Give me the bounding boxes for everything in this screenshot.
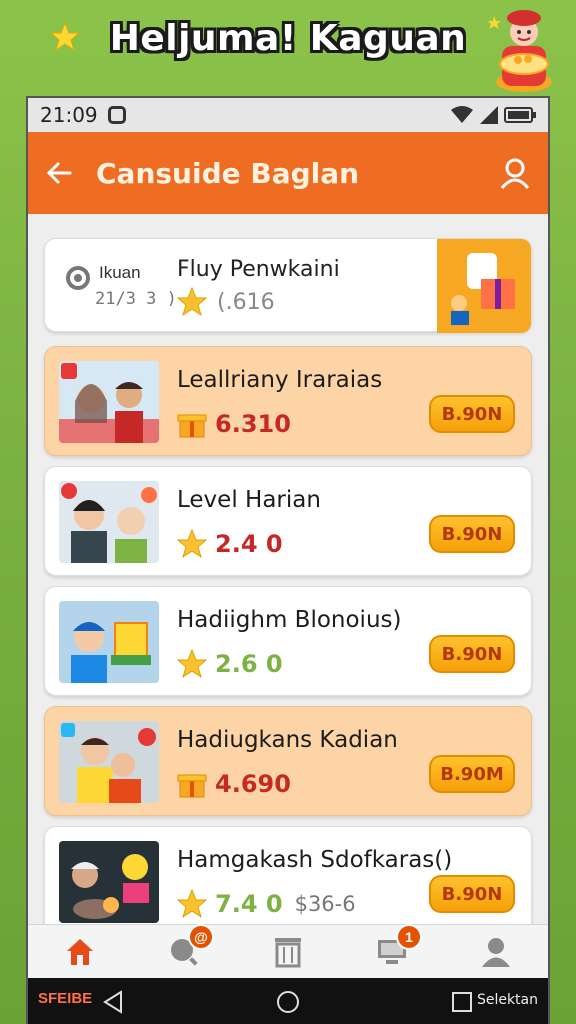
featured-label: Ikuan [99, 263, 141, 282]
nav-badge: 1 [396, 923, 422, 950]
page-title: Cansuide Baglan [96, 156, 360, 190]
back-arrow-icon[interactable] [44, 158, 74, 188]
profile-icon[interactable] [498, 156, 532, 190]
featured-card[interactable]: Ikuan 21/3 3 ) Fluy Penwkaini (.616 [44, 238, 532, 333]
redeem-button[interactable]: B.90M [429, 755, 515, 793]
featured-title: Fluy Penwkaini [177, 257, 340, 282]
featured-sub: 21/3 3 ) [95, 289, 177, 309]
list-item[interactable]: Hadiighm Blonoius) 2.6 0 B.90N [44, 586, 532, 696]
bottom-nav: @ 1 [28, 923, 548, 978]
thumbnail-image [59, 601, 159, 683]
system-right-label: Selektan [476, 992, 538, 1008]
thumbnail-image [59, 721, 159, 803]
item-score: 2.6 0 [215, 650, 283, 678]
list-item[interactable]: Hamgakash Sdofkaras() 7.4 0 $36-6 B.90N [44, 826, 532, 936]
item-title: Level Harian [177, 487, 321, 513]
thumbnail-image [59, 841, 159, 923]
phone-frame: 21:09 Cansuide Baglan Ikuan 21/3 3 ) Flu… [26, 96, 550, 1024]
thumbnail-image [59, 361, 159, 443]
nav-search[interactable]: @ [164, 923, 214, 972]
item-extra: $36-6 [294, 892, 356, 916]
star-icon [177, 529, 207, 559]
star-icon [177, 287, 207, 317]
back-icon[interactable] [103, 990, 125, 1014]
item-meta: 2.6 0 [177, 649, 283, 679]
item-meta: 4.690 [177, 769, 291, 799]
nav-profile[interactable] [476, 932, 516, 972]
item-title: Hadiugkans Kadian [177, 727, 398, 753]
battery-icon [504, 107, 536, 123]
signal-icon [480, 106, 498, 124]
loading-icon [66, 266, 90, 290]
item-meta: 7.4 0 $36-6 [177, 889, 356, 919]
trash-icon [275, 937, 301, 967]
nav-trash[interactable] [268, 932, 308, 972]
system-nav-bar: SFEIBE Selektan [28, 978, 548, 1024]
list-item[interactable]: Level Harian 2.4 0 B.90N [44, 466, 532, 576]
list-item[interactable]: Hadiugkans Kadian 4.690 B.90M [44, 706, 532, 816]
promo-banner: Heljuma! Kaguan [0, 0, 576, 92]
app-bar: Cansuide Baglan [28, 132, 548, 214]
system-left-label: SFEIBE [38, 990, 93, 1007]
item-title: Hamgakash Sdofkaras() [177, 847, 453, 873]
item-title: Hadiighm Blonoius) [177, 607, 402, 633]
item-score: 7.4 0 [215, 890, 283, 918]
featured-rating: (.616 [177, 287, 275, 317]
promo-illustration [437, 239, 531, 333]
status-bar: 21:09 [28, 98, 548, 132]
redeem-button[interactable]: B.90N [429, 875, 515, 913]
home-icon [67, 938, 93, 965]
item-score: 4.690 [215, 770, 291, 798]
nav-home[interactable] [60, 932, 100, 972]
gift-icon [177, 774, 207, 798]
redeem-button[interactable]: B.90N [429, 395, 515, 433]
nav-computer[interactable]: 1 [372, 923, 422, 972]
item-title: Leallriany Iraraias [177, 367, 383, 393]
profile-icon [482, 937, 510, 967]
chef-illustration-icon [488, 10, 552, 92]
item-score: 6.310 [215, 410, 291, 438]
thumbnail-image [59, 481, 159, 563]
list-item[interactable]: Leallriany Iraraias 6.310 B.90N [44, 346, 532, 456]
status-time: 21:09 [40, 103, 98, 127]
home-circle-icon[interactable] [276, 990, 300, 1014]
nav-badge: @ [188, 923, 214, 950]
redeem-button[interactable]: B.90N [429, 635, 515, 673]
wifi-icon [451, 106, 473, 123]
app-notification-icon [107, 106, 126, 124]
item-score: 2.4 0 [215, 530, 283, 558]
gift-box-icon [437, 239, 531, 333]
featured-rating-value: (.616 [217, 289, 275, 315]
star-icon [177, 649, 207, 679]
gift-icon [177, 414, 207, 438]
item-meta: 6.310 [177, 409, 291, 439]
redeem-button[interactable]: B.90N [429, 515, 515, 553]
recents-icon[interactable] [451, 991, 473, 1013]
star-icon [177, 889, 207, 919]
item-meta: 2.4 0 [177, 529, 283, 559]
